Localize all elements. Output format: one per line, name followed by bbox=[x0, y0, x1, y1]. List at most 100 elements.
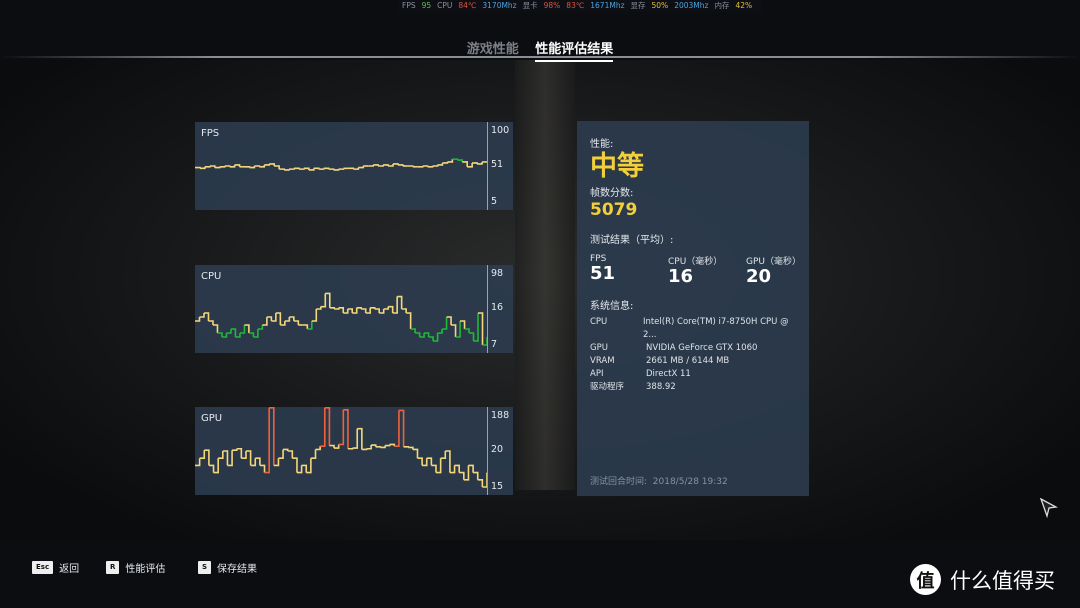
average-results: FPS 51 CPU（毫秒） 16 GPU（毫秒） 20 bbox=[590, 254, 801, 287]
series-segment bbox=[259, 464, 266, 473]
results-panel: 性能: 中等 帧数分数: 5079 测试结果（平均）: FPS 51 CPU（毫秒… bbox=[577, 121, 809, 496]
series-segment bbox=[208, 464, 215, 473]
series-segment bbox=[408, 446, 414, 450]
series-segment bbox=[279, 168, 285, 170]
overlay-stat: 显存 bbox=[630, 1, 646, 10]
overlay-stat: 2003Mhz bbox=[674, 1, 709, 10]
tab-bar: 游戏性能 性能评估结果 bbox=[0, 38, 1080, 62]
overlay-stat: 95 bbox=[421, 1, 432, 10]
series-segment bbox=[310, 449, 317, 459]
series-segment bbox=[462, 161, 469, 167]
series-segment bbox=[417, 457, 423, 466]
series-segment bbox=[437, 329, 443, 334]
series-segment bbox=[431, 464, 437, 473]
series-segment bbox=[226, 329, 232, 334]
series-segment bbox=[224, 165, 231, 167]
avg-fps: FPS 51 bbox=[590, 254, 616, 284]
series-segment bbox=[451, 324, 457, 337]
benchmark-button[interactable]: R 性能评估 bbox=[106, 560, 165, 575]
series-segment bbox=[459, 471, 465, 480]
series-segment bbox=[374, 308, 380, 313]
sys-vram: VRAM 2661 MB / 6144 MB bbox=[590, 356, 730, 366]
series-segment bbox=[348, 167, 355, 170]
series-segment bbox=[383, 306, 389, 310]
series-segment bbox=[385, 444, 391, 447]
series-segment bbox=[368, 164, 374, 167]
series-segment bbox=[428, 336, 434, 341]
save-results-button[interactable]: S 保存结果 bbox=[198, 560, 257, 575]
overlay-stat: FPS bbox=[402, 1, 416, 10]
system-info: CPU Intel(R) Core(TM) i7-8750H CPU @ 2...… bbox=[590, 316, 796, 394]
series-segment bbox=[217, 332, 223, 337]
axis-avg-label: 16 bbox=[491, 302, 504, 313]
series-segment bbox=[284, 169, 290, 171]
series-segment bbox=[442, 317, 448, 330]
overlay-stat: 显卡 bbox=[522, 1, 538, 10]
chart-plot bbox=[195, 292, 487, 346]
series-segment bbox=[287, 450, 294, 459]
chart-axis bbox=[487, 265, 488, 353]
background-pillar bbox=[515, 60, 575, 490]
score-label: 帧数分数: bbox=[590, 188, 634, 199]
chart-axis bbox=[487, 407, 488, 495]
series-segment bbox=[432, 164, 439, 167]
s-key-icon: S bbox=[198, 561, 212, 574]
sys-cpu: CPU Intel(R) Core(TM) i7-8750H CPU @ 2... bbox=[590, 317, 789, 340]
series-segment bbox=[199, 450, 206, 459]
series-segment bbox=[298, 168, 305, 170]
series-segment bbox=[361, 448, 368, 451]
series-segment bbox=[318, 168, 325, 170]
series-segment bbox=[293, 320, 300, 325]
series-segment bbox=[338, 168, 345, 170]
series-segment bbox=[361, 308, 367, 313]
series-segment bbox=[452, 158, 459, 161]
sys-api: API DirectX 11 bbox=[590, 369, 691, 379]
avg-gpu: GPU（毫秒） 20 bbox=[746, 257, 801, 287]
average-label: 测试结果（平均）: bbox=[590, 235, 674, 246]
tab-benchmark-results[interactable]: 性能评估结果 bbox=[535, 38, 614, 62]
axis-max-label: 100 bbox=[491, 125, 510, 136]
overlay-stat: 98% bbox=[543, 1, 561, 10]
series-segment bbox=[410, 328, 416, 333]
fps-chart: FPS 100 51 5 bbox=[195, 122, 513, 210]
mouse-cursor-icon bbox=[1040, 498, 1058, 518]
series-segment bbox=[338, 306, 345, 313]
score-value: 5079 bbox=[590, 200, 638, 220]
series-segment bbox=[329, 444, 335, 449]
system-info-label: 系统信息: bbox=[590, 301, 634, 312]
overlay-stat: 1671Mhz bbox=[590, 1, 625, 10]
back-button[interactable]: Esc 返回 bbox=[32, 560, 79, 575]
series-segment bbox=[457, 159, 464, 162]
series-segment bbox=[401, 308, 407, 313]
axis-avg-label: 51 bbox=[491, 159, 504, 170]
series-segment bbox=[415, 332, 421, 337]
series-segment bbox=[315, 446, 321, 451]
avg-cpu: CPU（毫秒） 16 bbox=[668, 257, 723, 287]
series-segment bbox=[219, 165, 226, 168]
axis-min-label: 7 bbox=[491, 339, 498, 350]
series-segment bbox=[262, 317, 268, 326]
series-segment bbox=[442, 161, 449, 164]
series-segment bbox=[406, 312, 412, 329]
overlay-stat: 3170Mhz bbox=[482, 1, 517, 10]
series-segment bbox=[328, 168, 335, 170]
series-segment bbox=[292, 457, 298, 473]
overlay-stat: 84℃ bbox=[458, 1, 477, 10]
series-segment bbox=[284, 317, 291, 322]
esc-key-icon: Esc bbox=[32, 561, 54, 574]
series-segment bbox=[352, 428, 359, 449]
series-segment bbox=[477, 479, 484, 487]
series-segment bbox=[347, 447, 354, 450]
series-segment bbox=[264, 163, 271, 166]
axis-avg-label: 20 bbox=[491, 444, 504, 455]
series-segment bbox=[447, 159, 454, 163]
series-segment bbox=[278, 449, 284, 459]
series-segment bbox=[394, 410, 400, 447]
series-segment bbox=[293, 167, 300, 170]
series-segment bbox=[437, 162, 444, 166]
overlay-stat: 42% bbox=[735, 1, 753, 10]
chart-plot bbox=[195, 158, 487, 171]
series-segment bbox=[329, 306, 336, 309]
series-segment bbox=[397, 164, 404, 166]
series-segment bbox=[254, 165, 261, 167]
